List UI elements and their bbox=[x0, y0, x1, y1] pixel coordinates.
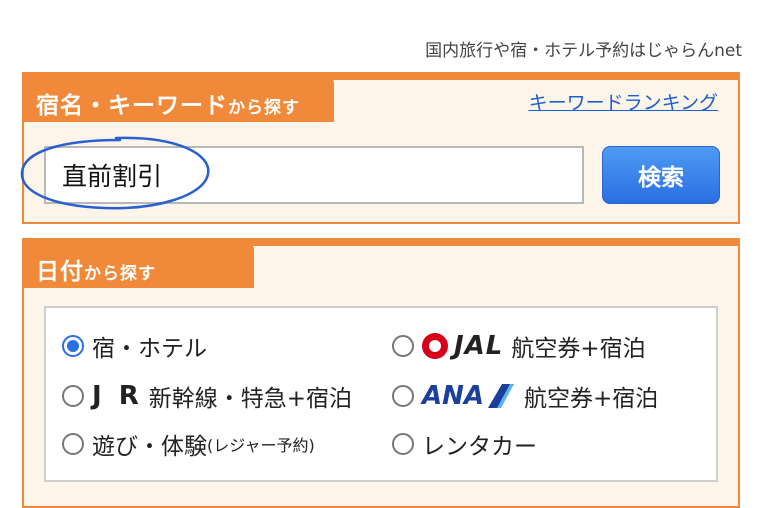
jr-logo: J R bbox=[92, 381, 143, 411]
option-leisure-note: (レジャー予約) bbox=[207, 436, 315, 455]
search-type-options: 宿・ホテル JAL 航空券+宿泊 J R 新幹線・特急+宿泊 ANA 航空券+宿… bbox=[44, 306, 718, 482]
option-leisure-radio[interactable] bbox=[62, 433, 84, 455]
jal-crane-icon bbox=[422, 333, 448, 359]
option-ana-label: 航空券+宿泊 bbox=[524, 386, 659, 412]
ana-logo: ANA bbox=[422, 381, 485, 411]
keyword-tab-suffix: から探す bbox=[228, 98, 300, 118]
date-tab-bar: 日付から探す bbox=[24, 240, 738, 288]
option-rental-car[interactable]: レンタカー bbox=[392, 426, 537, 462]
date-tab: 日付から探す bbox=[24, 240, 254, 288]
keyword-ranking-link[interactable]: キーワードランキング bbox=[529, 88, 718, 115]
option-jr-radio[interactable] bbox=[62, 385, 84, 407]
option-rental-car-label: レンタカー bbox=[422, 434, 537, 460]
option-ana-radio[interactable] bbox=[392, 385, 414, 407]
option-leisure[interactable]: 遊び・体験 (レジャー予約) bbox=[62, 426, 315, 462]
site-tagline: 国内旅行や宿・ホテル予約はじゃらんnet bbox=[425, 41, 742, 61]
option-rental-car-radio[interactable] bbox=[392, 433, 414, 455]
option-jr-train-hotel[interactable]: J R 新幹線・特急+宿泊 bbox=[62, 378, 352, 414]
date-search-panel: 日付から探す 宿・ホテル JAL 航空券+宿泊 J R 新幹線・特急+宿泊 AN… bbox=[22, 238, 740, 508]
keyword-search-panel: 宿名・キーワードから探す キーワードランキング 検索 bbox=[20, 72, 740, 224]
option-leisure-label: 遊び・体験 bbox=[92, 434, 207, 460]
option-jal-air-hotel[interactable]: JAL 航空券+宿泊 bbox=[392, 328, 646, 364]
option-jr-label: 新幹線・特急+宿泊 bbox=[148, 386, 353, 412]
date-tab-title: 日付 bbox=[36, 259, 84, 285]
option-hotel-radio[interactable] bbox=[62, 335, 84, 357]
keyword-tab-title: 宿名・キーワード bbox=[36, 93, 228, 119]
option-hotel[interactable]: 宿・ホテル bbox=[62, 328, 207, 364]
option-hotel-label: 宿・ホテル bbox=[92, 336, 207, 362]
date-tab-suffix: から探す bbox=[84, 264, 156, 284]
option-ana-air-hotel[interactable]: ANA 航空券+宿泊 bbox=[392, 378, 658, 414]
keyword-search-input[interactable] bbox=[44, 146, 584, 204]
search-button[interactable]: 検索 bbox=[602, 146, 720, 204]
option-jal-radio[interactable] bbox=[392, 335, 414, 357]
ana-stripe-icon bbox=[488, 384, 515, 408]
keyword-tab: 宿名・キーワードから探す bbox=[24, 74, 334, 122]
option-jal-label: 航空券+宿泊 bbox=[511, 336, 646, 362]
jal-logo: JAL bbox=[454, 331, 504, 361]
